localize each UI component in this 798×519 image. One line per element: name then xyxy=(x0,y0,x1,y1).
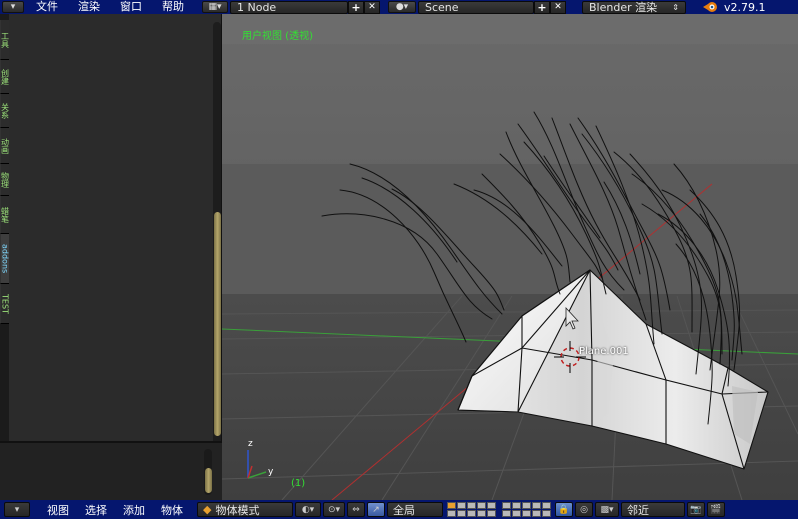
menu-window[interactable]: 窗口 xyxy=(110,0,152,14)
tool-shelf-tabs: 工具 创建 关系 动画 物理 蜡笔 addons TEST xyxy=(0,14,9,500)
version-label: v2.79.1 xyxy=(724,0,766,14)
viewport-shading-icon[interactable]: ◐▾ xyxy=(295,502,321,517)
render-engine-dropdown[interactable]: Blender 渲染 ⇕ xyxy=(582,0,686,14)
render-icon[interactable]: 📷 xyxy=(687,502,705,517)
interaction-mode-label: 物体模式 xyxy=(215,503,260,517)
tab-grease-pencil[interactable]: 蜡笔 xyxy=(0,196,9,234)
delete-screen-button[interactable]: ✕ xyxy=(364,0,380,14)
layer-grid-b[interactable] xyxy=(502,502,551,517)
proportional-edit-icon[interactable]: ◎ xyxy=(575,502,593,517)
menu-view[interactable]: 视图 xyxy=(39,502,77,518)
transform-orientation-label: 全局 xyxy=(393,503,415,517)
lock-icon[interactable]: 🔒 xyxy=(555,502,573,517)
transform-orientation-dropdown[interactable]: 全局 xyxy=(387,502,443,517)
pivot-icon[interactable]: ⊙▾ xyxy=(323,502,345,517)
interaction-mode-dropdown[interactable]: ◆ 物体模式 xyxy=(197,502,293,517)
chevron-updown-icon: ⇕ xyxy=(672,2,679,12)
tab-relations[interactable]: 关系 xyxy=(0,94,9,128)
viewport-scene[interactable]: z y xyxy=(222,14,798,500)
viewport-title: 用户视图 (透视) xyxy=(242,31,313,42)
scene-field[interactable]: Scene xyxy=(418,0,534,14)
transform-orientation-icon[interactable]: ↗ xyxy=(367,502,385,517)
tab-physics[interactable]: 物理 xyxy=(0,164,9,196)
layer-grid-a[interactable] xyxy=(447,502,496,517)
frame-number: (1) xyxy=(291,478,306,489)
manipulator-icon[interactable]: ⇔ xyxy=(347,502,365,517)
snap-icon[interactable]: ▩▾ xyxy=(595,502,619,517)
tab-create[interactable]: 创建 xyxy=(0,60,9,94)
tool-shelf-scrollbar[interactable] xyxy=(214,212,221,436)
tool-shelf-panel xyxy=(9,14,222,446)
middle-band xyxy=(222,164,798,294)
add-scene-button[interactable]: + xyxy=(534,0,550,14)
snap-element-dropdown[interactable]: 邻近 xyxy=(621,502,685,517)
menu-object[interactable]: 物体 xyxy=(153,502,191,518)
menu-help[interactable]: 帮助 xyxy=(152,0,194,14)
delete-scene-button[interactable]: ✕ xyxy=(550,0,566,14)
tab-animation[interactable]: 动画 xyxy=(0,128,9,164)
snap-element-label: 邻近 xyxy=(627,503,649,517)
blender-logo-icon xyxy=(702,1,718,13)
menu-render[interactable]: 渲染 xyxy=(68,0,110,14)
screen-layout-field[interactable]: 1 Node xyxy=(230,0,348,14)
layout-icon[interactable]: ▦▾ xyxy=(202,1,228,13)
object-name-label: Plane.001 xyxy=(579,346,629,357)
editor-type-icon[interactable]: ▾ xyxy=(2,1,24,13)
cube-icon: ◆ xyxy=(203,503,212,516)
menu-add[interactable]: 添加 xyxy=(115,502,153,518)
tab-tools[interactable]: 工具 xyxy=(0,20,9,60)
tab-addons[interactable]: addons xyxy=(0,234,9,284)
anim-render-icon[interactable]: 🎬 xyxy=(707,502,725,517)
menu-select[interactable]: 选择 xyxy=(77,502,115,518)
scene-icon[interactable]: ●▾ xyxy=(388,1,416,13)
menu-file[interactable]: 文件 xyxy=(26,0,68,14)
svg-text:y: y xyxy=(268,467,274,477)
3d-viewport[interactable]: z y 用户视图 (透视) Plane.001 (1) xyxy=(222,14,798,500)
scene-name: Scene xyxy=(425,0,459,14)
operator-panel xyxy=(0,441,222,500)
tab-test[interactable]: TEST xyxy=(0,284,9,324)
viewport-header: ▾ 视图 选择 添加 物体 ◆ 物体模式 ◐▾ ⊙▾ ⇔ ↗ 全局 🔒 ◎ ▩▾… xyxy=(0,500,798,519)
editor-type-icon[interactable]: ▾ xyxy=(4,502,30,517)
svg-text:z: z xyxy=(248,439,253,449)
operator-scrollbar[interactable] xyxy=(205,468,212,493)
add-screen-button[interactable]: + xyxy=(348,0,364,14)
render-engine-label: Blender 渲染 xyxy=(589,1,658,14)
info-header: ▾ 文件 渲染 窗口 帮助 ▦▾ 1 Node + ✕ ●▾ Scene + ✕… xyxy=(0,0,798,14)
screen-layout-name: 1 Node xyxy=(237,0,277,14)
